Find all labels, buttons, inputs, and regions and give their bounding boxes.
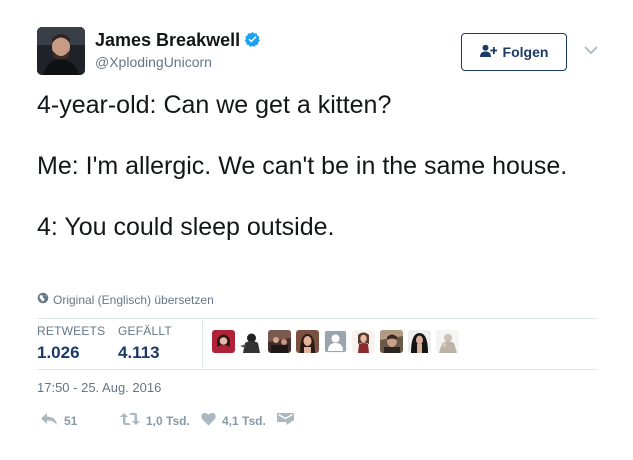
liker-avatar[interactable] xyxy=(436,330,459,353)
liker-avatars xyxy=(212,330,459,353)
heart-icon xyxy=(201,412,216,429)
stats-separator xyxy=(202,320,203,368)
globe-icon xyxy=(37,292,49,307)
tweet-paragraph: 4-year-old: Can we get a kitten? xyxy=(37,91,392,119)
liker-avatar[interactable] xyxy=(352,330,375,353)
like-action[interactable]: 4,1 Tsd. xyxy=(201,412,266,429)
liker-avatar[interactable] xyxy=(296,330,319,353)
chevron-down-icon[interactable] xyxy=(583,44,599,56)
liker-avatar[interactable] xyxy=(268,330,291,353)
reply-action[interactable]: 51 xyxy=(40,412,77,429)
follow-user-icon xyxy=(479,44,497,60)
reply-icon xyxy=(40,412,58,429)
liker-avatar[interactable] xyxy=(380,330,403,353)
tweet-paragraph: Me: I'm allergic. We can't be in the sam… xyxy=(37,152,568,180)
direct-message-action[interactable] xyxy=(277,412,294,429)
author-avatar[interactable] xyxy=(37,27,85,75)
retweets-stat[interactable]: RETWEETS 1.026 xyxy=(37,324,105,363)
retweet-action[interactable]: 1,0 Tsd. xyxy=(120,412,190,429)
reply-count: 51 xyxy=(64,413,78,428)
follow-button-label: Folgen xyxy=(502,44,549,60)
tweet-paragraph: 4: You could sleep outside. xyxy=(37,213,335,241)
likes-label: GEFÄLLT xyxy=(118,324,172,338)
author-name[interactable]: James Breakwell xyxy=(95,30,261,53)
retweets-label: RETWEETS xyxy=(37,324,106,338)
timestamp[interactable]: 17:50 - 25. Aug. 2016 xyxy=(37,380,161,395)
liker-avatar[interactable] xyxy=(212,330,235,353)
liker-avatar[interactable] xyxy=(408,330,431,353)
author-handle[interactable]: @XplodingUnicorn xyxy=(95,54,212,70)
tweet-text: 4-year-old: Can we get a kitten? Me: I'm… xyxy=(37,90,577,273)
divider xyxy=(37,369,597,370)
author-name-text[interactable]: James Breakwell xyxy=(95,30,240,50)
liker-avatar[interactable] xyxy=(240,330,263,353)
translate-link-label[interactable]: Original (Englisch) übersetzen xyxy=(53,293,214,307)
retweet-count: 1,0 Tsd. xyxy=(146,413,190,428)
avatar-image xyxy=(37,27,85,75)
retweet-icon xyxy=(120,412,140,429)
likes-stat[interactable]: GEFÄLLT 4.113 xyxy=(118,324,172,363)
liker-avatar[interactable] xyxy=(324,330,347,353)
message-icon xyxy=(277,412,294,429)
verified-badge-icon xyxy=(244,31,261,53)
retweets-count[interactable]: 1.026 xyxy=(37,343,105,363)
divider xyxy=(37,318,597,319)
follow-button[interactable]: Folgen xyxy=(461,33,567,71)
tweet-card: James Breakwell @XplodingUnicorn Folgen … xyxy=(0,0,633,460)
translate-link[interactable]: Original (Englisch) übersetzen xyxy=(37,292,214,307)
likes-count[interactable]: 4.113 xyxy=(118,343,172,363)
like-count: 4,1 Tsd. xyxy=(222,413,266,428)
